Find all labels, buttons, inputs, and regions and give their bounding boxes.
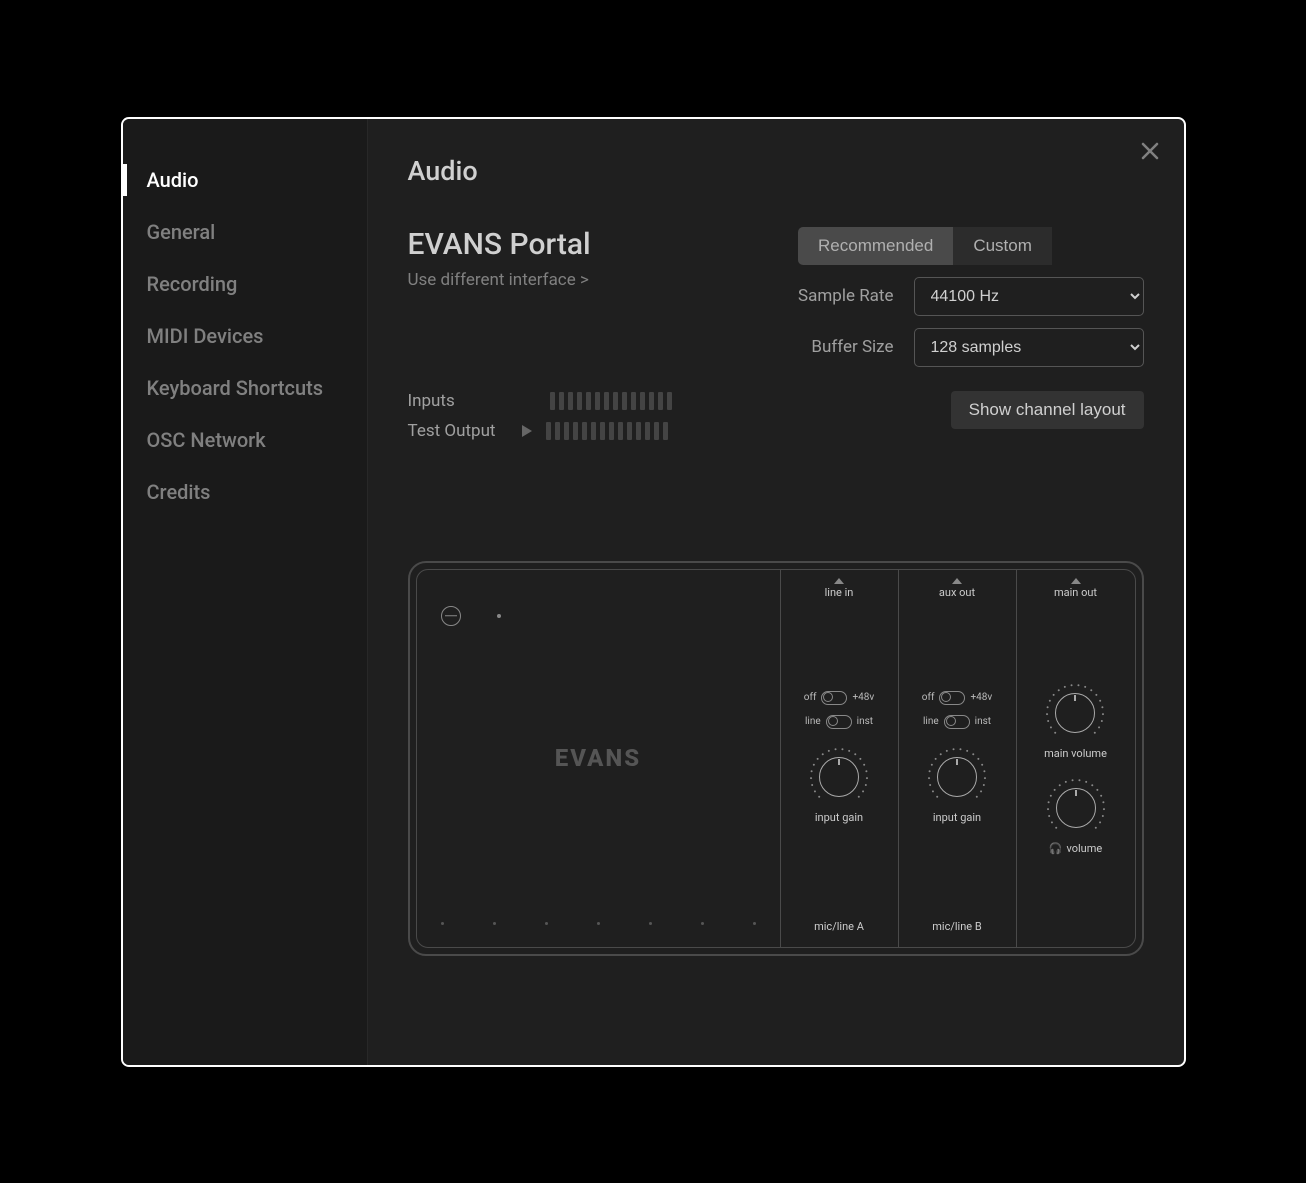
aux-out-label: aux out [939,586,975,599]
buffer-size-select[interactable]: 128 samples [914,328,1144,367]
custom-button[interactable]: Custom [953,227,1052,265]
gain-label: input gain [815,811,863,824]
sidebar-label: Credits [147,480,211,504]
phantom-toggle-b[interactable] [939,691,965,705]
phantom-toggle-a[interactable] [821,691,847,705]
recommended-button[interactable]: Recommended [798,227,953,265]
inst-toggle-b[interactable] [944,715,970,729]
brand-label: EVANS [555,744,641,772]
gain-label: input gain [933,811,981,824]
indicator-dots [441,922,756,925]
inputs-label: Inputs [408,391,508,411]
volume-label: volume [1066,842,1102,855]
device-main-section: EVANS [417,570,781,947]
sidebar-label: Audio [147,168,199,192]
sidebar-label: OSC Network [147,428,266,452]
channel-a-section: line in off +48v line inst [781,570,899,947]
inst-label: inst [975,716,991,727]
phantom-label: +48v [970,692,992,703]
off-label: off [804,692,817,703]
sidebar-item-recording[interactable]: Recording [123,258,367,310]
output-section: main out main volume [1017,570,1135,947]
main-volume-knob[interactable] [1045,683,1105,743]
sidebar-label: General [147,220,216,244]
sample-rate-label: Sample Rate [798,286,893,306]
arrow-up-icon [952,578,962,584]
gain-knob-b[interactable] [927,747,987,807]
sidebar-item-midi[interactable]: MIDI Devices [123,310,367,362]
settings-window: Audio General Recording MIDI Devices Key… [121,117,1186,1067]
channel-a-label: mic/line A [814,920,864,933]
device-name: EVANS Portal [408,227,591,262]
change-interface-link[interactable]: Use different interface > [408,270,591,290]
output-meter [546,422,668,440]
sidebar: Audio General Recording MIDI Devices Key… [123,119,368,1065]
sidebar-label: Recording [147,272,238,296]
sidebar-item-audio[interactable]: Audio [123,154,367,206]
sidebar-item-osc[interactable]: OSC Network [123,414,367,466]
line-label: line [805,716,821,727]
gain-knob-a[interactable] [809,747,869,807]
main-volume-label: main volume [1044,747,1107,760]
headphone-icon: 🎧 [1049,842,1063,855]
sidebar-item-general[interactable]: General [123,206,367,258]
channel-layout-button[interactable]: Show channel layout [951,391,1144,429]
device-panel: EVANS line in off +48v line [408,561,1144,956]
sidebar-item-shortcuts[interactable]: Keyboard Shortcuts [123,362,367,414]
inst-label: inst [857,716,873,727]
sidebar-label: Keyboard Shortcuts [147,376,324,400]
input-meter [550,392,672,410]
test-output-label: Test Output [408,421,508,441]
preset-toggle: Recommended Custom [798,227,1143,265]
sample-rate-select[interactable]: 44100 Hz [914,277,1144,316]
line-in-label: line in [825,586,854,599]
arrow-up-icon [834,578,844,584]
headphone-volume-knob[interactable] [1046,778,1106,838]
channel-b-label: mic/line B [932,920,981,933]
main-out-label: main out [1054,586,1097,599]
channel-b-section: aux out off +48v line inst [899,570,1017,947]
play-icon[interactable] [522,425,532,437]
line-label: line [923,716,939,727]
main-content: Audio EVANS Portal Use different interfa… [368,119,1184,1065]
buffer-size-label: Buffer Size [811,337,893,357]
status-dot [497,614,501,618]
inst-toggle-a[interactable] [826,715,852,729]
sidebar-item-credits[interactable]: Credits [123,466,367,518]
sidebar-label: MIDI Devices [147,324,264,348]
page-title: Audio [408,155,1144,187]
arrow-up-icon [1071,578,1081,584]
io-icon [441,606,461,626]
off-label: off [922,692,935,703]
phantom-label: +48v [852,692,874,703]
close-button[interactable] [1136,137,1164,165]
